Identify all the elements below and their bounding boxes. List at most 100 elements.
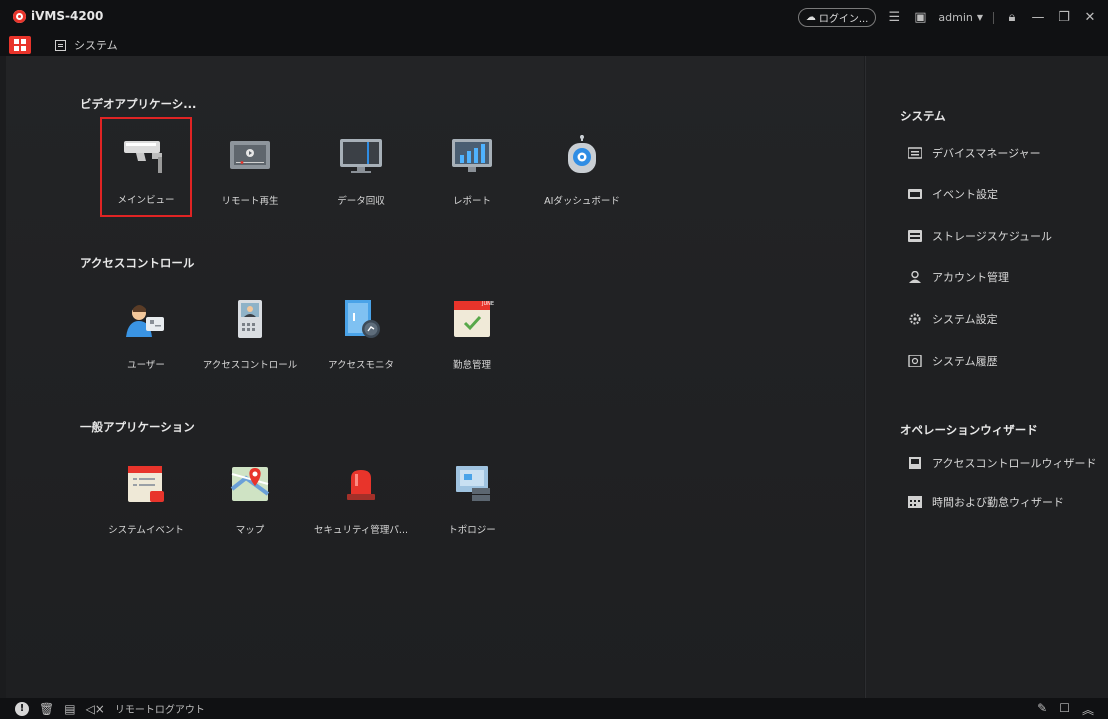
section-title-video: ビデオアプリケーシ...	[80, 97, 197, 111]
tile-system-event-label: システムイベント	[108, 525, 184, 536]
grid-cell	[21, 46, 26, 51]
storage-icon	[908, 230, 922, 242]
side-item-device-manager[interactable]: デバイスマネージャー	[908, 145, 1041, 161]
tab-system-label: システム	[74, 39, 118, 52]
tab-bar	[0, 36, 1108, 56]
section-title-access: アクセスコントロール	[80, 256, 195, 270]
side-panel: システム デバイスマネージャー イベント設定 ストレージスケジュール アカウント…	[865, 56, 1108, 698]
user-menu[interactable]: admin ▼	[938, 11, 983, 24]
pin-icon[interactable]: ✎	[1037, 701, 1047, 718]
grid-cell	[14, 46, 19, 51]
side-item-account-management[interactable]: アカウント管理	[908, 269, 1009, 285]
section-title-general: 一般アプリケーション	[80, 420, 195, 434]
home-grid-button[interactable]	[9, 36, 31, 54]
monitor-icon	[340, 139, 382, 173]
lock-icon[interactable]: 🔒︎	[1004, 10, 1020, 25]
tile-main-view[interactable]: メインビュー	[100, 117, 192, 217]
picture-icon[interactable]: ▣	[912, 10, 928, 25]
alert-icon[interactable]: !	[15, 701, 29, 716]
cloud-icon: ☁	[805, 12, 816, 23]
title-bar-controls: ☁ ログイン... ☰ ▣ admin ▼ 🔒︎ — ❐ ✕	[797, 8, 1098, 27]
panel-icon[interactable]: ▤	[64, 702, 75, 716]
divider	[993, 11, 994, 24]
window-icon[interactable]: ☐	[1059, 701, 1070, 718]
tile-data-retrieval[interactable]: データ回収	[311, 117, 411, 217]
access-terminal-icon	[238, 300, 262, 338]
map-pin-icon	[230, 467, 270, 501]
tile-topology[interactable]: トポロジー	[422, 446, 522, 546]
status-bar: ! 🗑︎ ▤ ◁× リモートログアウト ✎ ☐ ︽	[0, 698, 1108, 719]
tile-remote-playback[interactable]: リモート再生	[200, 117, 300, 217]
tile-access-control[interactable]: アクセスコントロール	[200, 281, 300, 381]
tile-access-control-label: アクセスコントロール	[202, 360, 298, 371]
topology-icon	[456, 466, 490, 501]
tile-report[interactable]: レポート	[422, 117, 522, 217]
tile-map-label: マップ	[235, 525, 265, 536]
restore-icon[interactable]: ❐	[1056, 10, 1072, 25]
collapse-up-icon[interactable]: ︽	[1082, 701, 1094, 718]
main-area: ビデオアプリケーシ... メインビュー リモート再生 データ回収 レポート AI…	[6, 56, 864, 698]
tile-data-retrieval-label: データ回収	[337, 196, 385, 207]
grid-cell	[21, 39, 26, 44]
side-item-label: システム設定	[932, 313, 998, 326]
side-item-label: 時間および勤怠ウィザード	[932, 496, 1064, 509]
tile-security-panel[interactable]: セキュリティ管理パ...	[311, 446, 411, 546]
side-item-label: アカウント管理	[932, 271, 1009, 284]
tile-ai-dashboard[interactable]: AIダッシュボード	[532, 117, 632, 217]
title-bar: iVMS-4200 ☁ ログイン... ☰ ▣ admin ▼ 🔒︎ — ❐ ✕	[0, 0, 1108, 36]
tile-ai-dashboard-label: AIダッシュボード	[544, 196, 620, 207]
trash-icon[interactable]: 🗑︎	[39, 702, 54, 716]
tile-topology-label: トポロジー	[448, 525, 496, 536]
user-card-icon	[126, 305, 164, 337]
alarm-light-icon	[347, 470, 375, 500]
side-item-system-log[interactable]: システム履歴	[908, 353, 998, 369]
tile-system-event[interactable]: システムイベント	[96, 446, 196, 546]
calendar-small-icon	[908, 496, 922, 508]
camera-icon	[124, 141, 162, 173]
tile-attendance[interactable]: JUNE 勤怠管理	[422, 281, 522, 381]
door-monitor-icon	[345, 300, 380, 338]
calendar-badge-label: JUNE	[481, 301, 495, 307]
playback-icon	[230, 141, 270, 169]
side-title-wizard: オペレーションウィザード	[900, 423, 1038, 437]
tile-map[interactable]: マップ	[200, 446, 300, 546]
tile-user[interactable]: ユーザー	[96, 281, 196, 381]
tile-access-monitor-label: アクセスモニタ	[327, 360, 395, 371]
close-icon[interactable]: ✕	[1082, 10, 1098, 25]
tab-system[interactable]: システム	[55, 37, 118, 53]
cloud-login-label: ログイン...	[818, 14, 869, 25]
side-item-label: ストレージスケジュール	[932, 230, 1053, 243]
mute-icon[interactable]: ◁×	[86, 702, 105, 716]
tile-report-label: レポート	[452, 196, 491, 207]
list-icon[interactable]: ☰	[886, 10, 902, 25]
app-logo-icon	[13, 10, 26, 23]
side-item-access-wizard[interactable]: アクセスコントロールウィザード	[908, 455, 1096, 471]
tile-access-monitor[interactable]: アクセスモニタ	[311, 281, 411, 381]
device-icon	[908, 147, 922, 159]
side-title-system: システム	[900, 109, 946, 123]
side-item-storage-schedule[interactable]: ストレージスケジュール	[908, 228, 1052, 244]
tile-attendance-label: 勤怠管理	[452, 360, 491, 371]
side-item-attendance-wizard[interactable]: 時間および勤怠ウィザード	[908, 494, 1064, 510]
caret-down-icon: ▼	[976, 13, 983, 22]
tile-remote-playback-label: リモート再生	[221, 196, 279, 207]
tile-user-label: ユーザー	[127, 360, 165, 371]
side-item-event-settings[interactable]: イベント設定	[908, 186, 998, 202]
user-icon	[909, 271, 921, 283]
side-item-label: デバイスマネージャー	[932, 147, 1041, 160]
side-item-system-settings[interactable]: システム設定	[908, 311, 998, 327]
event-log-icon	[128, 466, 164, 502]
wizard-icon	[909, 457, 921, 469]
side-item-label: アクセスコントロールウィザード	[932, 457, 1097, 470]
remote-logout-link[interactable]: リモートログアウト	[115, 701, 205, 716]
app-title: iVMS-4200	[31, 9, 104, 23]
gear-icon	[909, 313, 921, 325]
tile-main-view-label: メインビュー	[117, 195, 175, 206]
minimize-icon[interactable]: —	[1030, 10, 1046, 25]
grid-cell	[14, 39, 19, 44]
status-bar-right: ✎ ☐ ︽	[1037, 701, 1094, 718]
tile-security-panel-label: セキュリティ管理パ...	[314, 525, 408, 536]
report-chart-icon	[452, 139, 492, 172]
cloud-login-button[interactable]: ☁ ログイン...	[797, 8, 877, 27]
system-tab-icon	[55, 39, 66, 51]
